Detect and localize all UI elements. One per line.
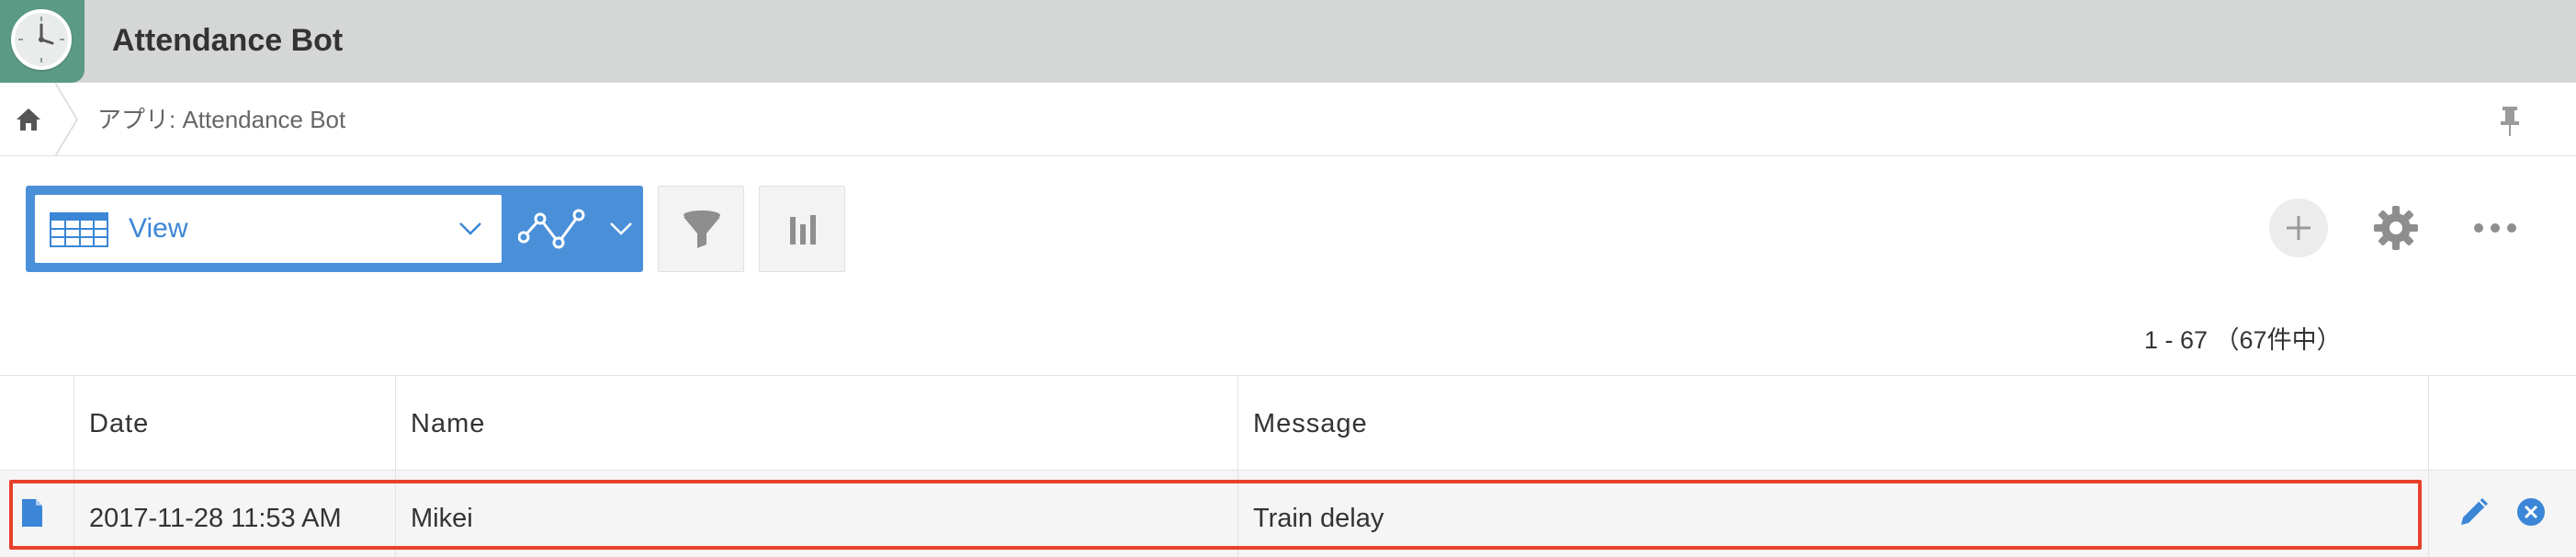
app-icon[interactable]	[0, 0, 85, 83]
graph-button[interactable]	[759, 186, 845, 272]
column-header-date[interactable]: Date	[73, 376, 395, 470]
cell-date-value: 2017-11-28 11:53 AM	[89, 504, 342, 533]
column-header-name[interactable]: Name	[395, 376, 1237, 470]
document-icon	[22, 499, 42, 527]
bar-chart-icon	[790, 215, 816, 244]
filter-icon	[684, 210, 720, 248]
graph-icon	[518, 209, 585, 249]
view-toolbar: View	[26, 186, 643, 272]
table-header: Date Name Message	[0, 375, 2576, 471]
filter-button[interactable]	[658, 186, 744, 272]
breadcrumb: アプリ: Attendance Bot	[0, 83, 2576, 156]
pagination-count: 1 - 67 （67件中）	[2144, 326, 2342, 354]
close-circle-icon	[2517, 498, 2545, 526]
graph-dropdown-button[interactable]	[502, 186, 643, 272]
plus-icon	[2287, 216, 2310, 240]
column-header-label: Date	[89, 409, 150, 438]
delete-button[interactable]	[2515, 496, 2547, 528]
chevron-down-icon	[610, 222, 632, 235]
table-view-icon	[50, 212, 108, 247]
column-header-message[interactable]: Message	[1237, 376, 2428, 470]
more-options-button[interactable]	[2468, 200, 2523, 256]
records-table: Date Name Message 2017-11-28 11:53 AM Mi…	[0, 375, 2576, 557]
view-label: View	[129, 213, 188, 244]
view-dropdown[interactable]: View	[35, 195, 502, 263]
breadcrumb-app-link[interactable]: アプリ: Attendance Bot	[97, 103, 345, 136]
home-icon	[17, 108, 40, 131]
more-icon	[2474, 223, 2516, 233]
app-title: Attendance Bot	[112, 23, 344, 58]
chevron-down-icon	[459, 222, 481, 235]
edit-button[interactable]	[2455, 493, 2493, 531]
breadcrumb-separator	[54, 83, 79, 156]
table-row[interactable]: 2017-11-28 11:53 AM Mikei Train delay	[0, 471, 2576, 557]
gear-icon	[2374, 206, 2418, 250]
add-record-button[interactable]	[2269, 199, 2328, 257]
clock-icon	[11, 9, 72, 70]
cell-message: Train delay	[1237, 471, 2428, 557]
cell-date: 2017-11-28 11:53 AM	[73, 471, 395, 557]
settings-button[interactable]	[2368, 200, 2423, 256]
cell-message-value: Train delay	[1253, 504, 1384, 533]
column-header-label: Name	[411, 409, 486, 438]
app-header: Attendance Bot	[0, 0, 2576, 83]
cell-name: Mikei	[395, 471, 1237, 557]
pencil-icon	[2461, 498, 2488, 525]
column-header-actions	[2428, 376, 2576, 470]
cell-name-value: Mikei	[411, 504, 473, 533]
pin-icon	[2501, 107, 2519, 136]
pin-button[interactable]	[2490, 99, 2530, 140]
row-actions	[2428, 471, 2576, 557]
record-detail-link[interactable]	[0, 471, 73, 557]
column-header-label: Message	[1253, 409, 1368, 438]
